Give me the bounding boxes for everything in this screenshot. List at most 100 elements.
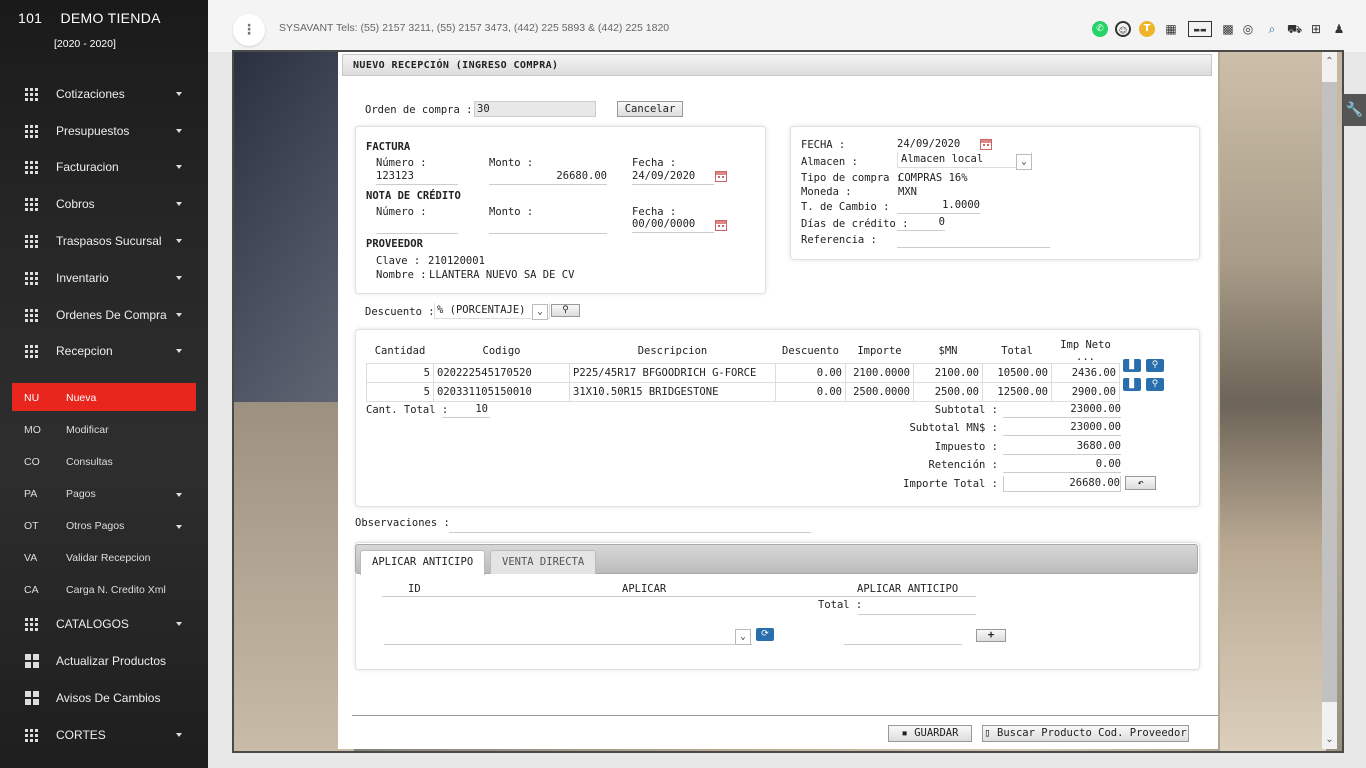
- menu-item-cortes[interactable]: CORTES: [0, 720, 208, 750]
- submenu-abbr: CO: [24, 456, 40, 468]
- table-row[interactable]: 5 020331105150010 31X10.50R15 BRIDGESTON…: [366, 382, 1120, 402]
- chevron-down-icon[interactable]: ⌄: [735, 629, 751, 645]
- menu-item-recepcion[interactable]: Recepcion: [0, 336, 208, 366]
- user-icon[interactable]: ♟: [1332, 21, 1346, 37]
- footer-divider: [352, 715, 1218, 716]
- search-icon[interactable]: ⚲: [1146, 359, 1164, 372]
- menu-item-presupuestos[interactable]: Presupuestos: [0, 116, 208, 146]
- col-id: ID: [408, 583, 421, 595]
- anticipo-select[interactable]: [384, 629, 752, 645]
- table-row[interactable]: 5 020222545170520 P225/45R17 BFGOODRICH …: [366, 363, 1120, 383]
- submenu-validar-recepcion[interactable]: VA Validar Recepcion: [12, 543, 196, 571]
- almacen-select[interactable]: Almacen local: [897, 152, 1032, 168]
- chevron-down-icon[interactable]: ⌄: [1016, 154, 1032, 170]
- search-doc-icon[interactable]: ⌕: [1264, 21, 1280, 37]
- submenu-consultas[interactable]: CO Consultas: [12, 447, 196, 475]
- cell-cantidad[interactable]: 5: [366, 382, 434, 402]
- refresh-icon[interactable]: ⟳: [756, 628, 774, 641]
- grid-icon: [25, 272, 38, 285]
- cell-descuento[interactable]: 0.00: [775, 363, 846, 383]
- cell-importe[interactable]: 2500.0000: [845, 382, 914, 402]
- menu-item-actualizar-productos[interactable]: Actualizar Productos: [0, 646, 208, 676]
- nota-monto-input[interactable]: [489, 218, 607, 234]
- cell-descripcion: 31X10.50R15 BRIDGESTONE: [569, 382, 776, 402]
- target-icon[interactable]: ◎: [1241, 21, 1255, 37]
- dashboard-icon: [25, 654, 39, 668]
- col-codigo: Codigo: [482, 345, 521, 357]
- observaciones-input[interactable]: [449, 517, 811, 533]
- fecha-value[interactable]: 24/09/2020: [897, 138, 960, 150]
- tab-aplicar-anticipo[interactable]: APLICAR ANTICIPO: [360, 550, 486, 575]
- submenu-modificar[interactable]: MO Modificar: [12, 415, 196, 443]
- factura-fecha-label: Fecha :: [632, 157, 677, 169]
- cell-cantidad[interactable]: 5: [366, 363, 434, 383]
- menu-label: Recepcion: [56, 344, 113, 358]
- search-icon[interactable]: ⚲: [1146, 378, 1164, 391]
- cancel-button[interactable]: Cancelar: [617, 101, 683, 117]
- caret-down-icon: [176, 349, 182, 353]
- nota-fecha-input[interactable]: 00/00/0000: [632, 217, 714, 233]
- add-button[interactable]: +: [976, 629, 1006, 642]
- scrollbar-thumb[interactable]: [1322, 82, 1337, 702]
- chevron-up-icon[interactable]: ⌃: [1322, 54, 1337, 69]
- calendar-icon[interactable]: [715, 220, 727, 231]
- trash-icon[interactable]: ▉: [1123, 359, 1141, 372]
- calendar-icon[interactable]: [715, 171, 727, 182]
- qr-icon[interactable]: ▩: [1221, 21, 1235, 37]
- tipo-compra-label: Tipo de compra :: [801, 172, 903, 184]
- tab-venta-directa[interactable]: VENTA DIRECTA: [490, 550, 597, 574]
- scrollbar[interactable]: ⌃ ⌄: [1322, 52, 1337, 749]
- wrench-icon[interactable]: 🔧: [1343, 94, 1366, 126]
- tipo-cambio-input[interactable]: 1.0000: [897, 198, 980, 214]
- orden-compra-input[interactable]: 30: [474, 101, 596, 117]
- chevron-down-icon[interactable]: ⌄: [1322, 732, 1337, 747]
- caret-down-icon: [176, 276, 182, 280]
- anticipo-amount-input[interactable]: [844, 629, 962, 645]
- menu-item-ordenes-compra[interactable]: Ordenes De Compra: [0, 300, 208, 330]
- submenu-otros-pagos[interactable]: OT Otros Pagos: [12, 511, 196, 539]
- menu-item-cotizaciones[interactable]: Cotizaciones: [0, 79, 208, 109]
- factura-monto-input[interactable]: 26680.00: [489, 169, 607, 185]
- submenu-pagos[interactable]: PA Pagos: [12, 479, 196, 507]
- caret-down-icon: [176, 165, 182, 169]
- menu-item-inventario[interactable]: Inventario: [0, 263, 208, 293]
- menu-item-facturacion[interactable]: Facturacion: [0, 152, 208, 182]
- menu-item-avisos-cambios[interactable]: Avisos De Cambios: [0, 683, 208, 713]
- user-t-icon[interactable]: T: [1139, 21, 1155, 37]
- car-icon[interactable]: ⛟: [1287, 21, 1302, 37]
- descuento-label: Descuento :: [365, 306, 435, 318]
- chevron-down-icon[interactable]: ⌄: [532, 304, 548, 320]
- menu-item-traspasos[interactable]: Traspasos Sucursal: [0, 226, 208, 256]
- anticipo-total-label: Total :: [818, 599, 863, 611]
- grid-icon[interactable]: ▦: [1163, 21, 1179, 37]
- table-header-row: Cantidad Codigo Descripcion Descuento Im…: [367, 339, 1120, 364]
- calendar-icon[interactable]: [980, 139, 992, 150]
- col-total: Total: [1001, 345, 1033, 357]
- undo-button[interactable]: ↶: [1125, 476, 1156, 490]
- referencia-input[interactable]: [897, 232, 1050, 248]
- dias-credito-input[interactable]: 0: [897, 215, 945, 231]
- support-icon[interactable]: ☺: [1115, 21, 1131, 37]
- guardar-button[interactable]: ▪ GUARDAR: [888, 725, 972, 742]
- whatsapp-icon[interactable]: ✆: [1092, 21, 1108, 37]
- submenu-abbr: NU: [24, 392, 40, 404]
- menu-label: Avisos De Cambios: [56, 691, 161, 705]
- trash-icon[interactable]: ▉: [1123, 378, 1141, 391]
- keyboard-icon[interactable]: ▬▬: [1188, 21, 1212, 37]
- submenu-nueva[interactable]: NU Nueva: [12, 383, 196, 411]
- divider: [382, 596, 976, 597]
- factura-numero-input[interactable]: 123123: [376, 169, 458, 185]
- cell-importe[interactable]: 2100.0000: [845, 363, 914, 383]
- cell-descuento[interactable]: 0.00: [775, 382, 846, 402]
- menu-label: CATALOGOS: [56, 617, 129, 631]
- nota-numero-input[interactable]: [376, 218, 458, 234]
- search-button[interactable]: ⚲: [551, 304, 580, 317]
- buscar-producto-button[interactable]: ▯ Buscar Producto Cod. Proveedor: [982, 725, 1189, 742]
- more-vertical-icon[interactable]: ⋮: [233, 14, 265, 46]
- menu-item-catalogos[interactable]: CATALOGOS: [0, 609, 208, 639]
- factura-fecha-input[interactable]: 24/09/2020: [632, 169, 714, 185]
- menu-item-cobros[interactable]: Cobros: [0, 189, 208, 219]
- submenu-carga-credito-xml[interactable]: CA Carga N. Credito Xml: [12, 575, 196, 603]
- window-icon[interactable]: ⊞: [1309, 21, 1323, 37]
- search-icon: ⚲: [562, 305, 569, 315]
